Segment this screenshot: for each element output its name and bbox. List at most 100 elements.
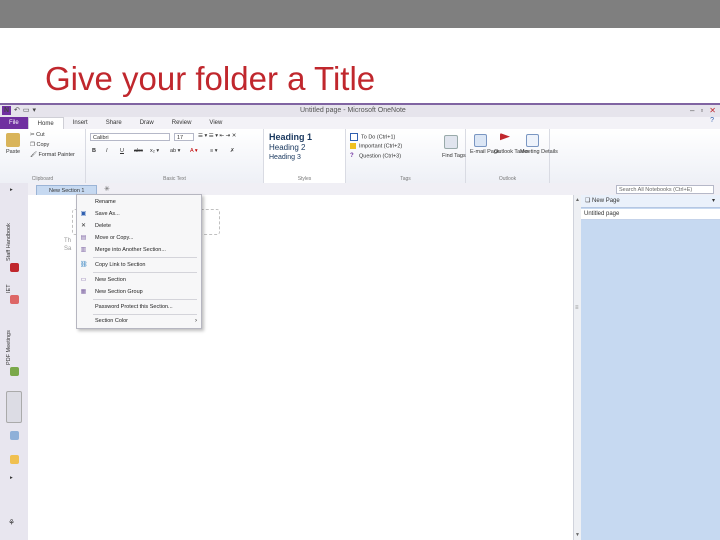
cut-button[interactable]: ✂ Cut: [30, 132, 45, 138]
menu-item-delete[interactable]: ✕ Delete: [77, 220, 201, 232]
new-section-icon: ▭: [80, 277, 87, 283]
tab-draw[interactable]: Draw: [131, 117, 163, 129]
tag-todo[interactable]: To Do (Ctrl+1): [350, 133, 395, 141]
menu-item-new-section-group[interactable]: ▦ New Section Group: [77, 286, 201, 298]
tag-question[interactable]: ? Question (Ctrl+3): [350, 153, 401, 159]
onenote-screenshot: N ↶ ▭ ▾ Untitled page - Microsoft OneNot…: [0, 103, 720, 540]
outlook-group: E-mail Page Outlook Tasks Meeting Detail…: [466, 129, 558, 183]
menu-item-password-protect[interactable]: Password Protect this Section...: [77, 301, 201, 313]
submenu-arrow-icon: ›: [195, 318, 197, 324]
tab-view[interactable]: View: [200, 117, 231, 129]
notebook-iet[interactable]: IET: [6, 275, 12, 293]
section-scroll-icon[interactable]: [6, 391, 22, 423]
style-heading-1[interactable]: Heading 1: [269, 132, 312, 142]
minimize-icon[interactable]: –: [690, 106, 694, 115]
list-buttons[interactable]: ☰ ▾ ☰ ▾ ⇤ ⇥ ✕: [198, 133, 236, 139]
font-color-icon[interactable]: A ▾: [190, 148, 198, 154]
italic-button[interactable]: I: [106, 148, 108, 154]
tab-review[interactable]: Review: [163, 117, 201, 129]
notebook-pdf-meetings[interactable]: PDF Meetings: [6, 307, 12, 365]
ribbon: Paste ✂ Cut ❐ Copy 🖌 Format Painter Clip…: [0, 129, 720, 184]
move-copy-icon: ▤: [80, 235, 87, 241]
tab-file[interactable]: File: [0, 117, 28, 129]
basic-text-label: Basic Text: [163, 176, 186, 182]
link-icon: ⛓: [80, 262, 88, 268]
help-icon[interactable]: ?: [710, 117, 714, 124]
highlight-color-icon[interactable]: ab ▾: [170, 148, 180, 154]
page-date-hint: Th Sa: [64, 238, 72, 252]
scroll-down-icon[interactable]: ▼: [575, 532, 580, 538]
page-tabs-pane: ❏ New Page ▾ Untitled page: [581, 195, 720, 540]
new-section-tab-icon[interactable]: ✳: [104, 185, 110, 193]
tab-insert[interactable]: Insert: [64, 117, 97, 129]
notebook-icon: [10, 455, 19, 464]
undo-icon[interactable]: ↶: [14, 106, 20, 115]
menu-item-save-as[interactable]: ▣ Save As...: [77, 208, 201, 220]
calendar-icon[interactable]: [526, 134, 539, 147]
question-icon: ?: [350, 153, 354, 159]
clear-formatting-icon[interactable]: ✗: [230, 148, 235, 154]
notebook-staff-handbook[interactable]: Staff Handbook: [6, 201, 12, 261]
scroll-grip-icon[interactable]: ≡: [575, 305, 579, 311]
checkbox-icon: [350, 133, 358, 141]
align-icon[interactable]: ≡ ▾: [210, 148, 218, 154]
notebook-icon: [10, 295, 19, 304]
paste-button[interactable]: Paste: [6, 149, 20, 155]
paste-icon[interactable]: [6, 133, 20, 147]
menu-separator: [93, 299, 197, 300]
page-item-untitled[interactable]: Untitled page: [581, 209, 720, 220]
quick-access-toolbar: N ↶ ▭ ▾: [2, 106, 36, 115]
find-tags-button[interactable]: Find Tags: [442, 153, 466, 159]
bold-button[interactable]: B: [92, 148, 96, 154]
notebook-icon: [10, 263, 19, 272]
tags-group: To Do (Ctrl+1) Important (Ctrl+2) ? Quest…: [346, 129, 466, 183]
menu-item-copy-link[interactable]: ⛓ Copy Link to Section: [77, 259, 201, 271]
email-page-icon[interactable]: [474, 134, 487, 147]
search-input[interactable]: Search All Notebooks (Ctrl+E): [616, 185, 714, 194]
styles-group: Heading 1 Heading 2 Heading 3 Styles: [264, 129, 346, 183]
menu-item-move-or-copy[interactable]: ▤ Move or Copy...: [77, 232, 201, 244]
maximize-icon[interactable]: ▫: [700, 106, 703, 115]
tag-important[interactable]: Important (Ctrl+2): [350, 143, 402, 149]
font-name-box[interactable]: Calibri: [90, 133, 170, 141]
clipboard-label: Clipboard: [31, 176, 54, 182]
section-context-menu: Rename ▣ Save As... ✕ Delete ▤ Move or C…: [76, 194, 202, 329]
tab-share[interactable]: Share: [97, 117, 131, 129]
menu-item-merge[interactable]: ▥ Merge into Another Section...: [77, 244, 201, 256]
dock-icon[interactable]: ▭: [23, 106, 30, 115]
customize-qat-icon[interactable]: ▾: [33, 106, 37, 115]
copy-button[interactable]: ❐ Copy: [30, 142, 49, 148]
meeting-details-button[interactable]: Meeting Details: [520, 149, 558, 155]
strikethrough-button[interactable]: abc: [134, 148, 143, 154]
format-painter-button[interactable]: 🖌 Format Painter: [30, 152, 75, 158]
find-tags-icon[interactable]: [444, 135, 458, 149]
notebook-navigation-pane: ▸ Staff Handbook IET PDF Meetings ▸ ⚘: [0, 183, 29, 540]
menu-item-section-color[interactable]: Section Color ›: [77, 315, 201, 327]
window-title: Untitled page - Microsoft OneNote: [300, 107, 406, 114]
close-icon[interactable]: ✕: [709, 106, 716, 115]
new-page-button[interactable]: ❏ New Page ▾: [581, 195, 720, 208]
unfiled-notes-icon[interactable]: ⚘: [8, 518, 15, 527]
slide-title: Give your folder a Title: [45, 60, 376, 97]
style-heading-2[interactable]: Heading 2: [269, 143, 305, 152]
notebook-icon: [10, 367, 19, 376]
styles-label: Styles: [297, 176, 312, 182]
new-section-group-icon: ▦: [80, 289, 87, 295]
subscript-button[interactable]: x₂ ▾: [150, 148, 159, 154]
scroll-up-icon[interactable]: ▲: [575, 197, 580, 203]
underline-button[interactable]: U: [120, 148, 124, 154]
style-heading-3[interactable]: Heading 3: [269, 154, 301, 161]
onenote-logo[interactable]: N: [2, 106, 11, 115]
save-icon: ▣: [80, 211, 87, 217]
menu-item-rename[interactable]: Rename: [77, 196, 201, 208]
slide-header-bar: [0, 0, 720, 28]
font-size-box[interactable]: 17: [174, 133, 194, 141]
tab-home[interactable]: Home: [27, 117, 64, 129]
expand-nav-icon[interactable]: ▸: [10, 187, 13, 193]
star-icon: [350, 143, 356, 149]
collapse-nav-icon[interactable]: ▸: [10, 475, 13, 481]
flag-icon[interactable]: [500, 133, 510, 141]
chevron-down-icon[interactable]: ▾: [712, 195, 715, 208]
window-title-bar: N ↶ ▭ ▾ Untitled page - Microsoft OneNot…: [0, 103, 720, 117]
menu-item-new-section[interactable]: ▭ New Section: [77, 274, 201, 286]
